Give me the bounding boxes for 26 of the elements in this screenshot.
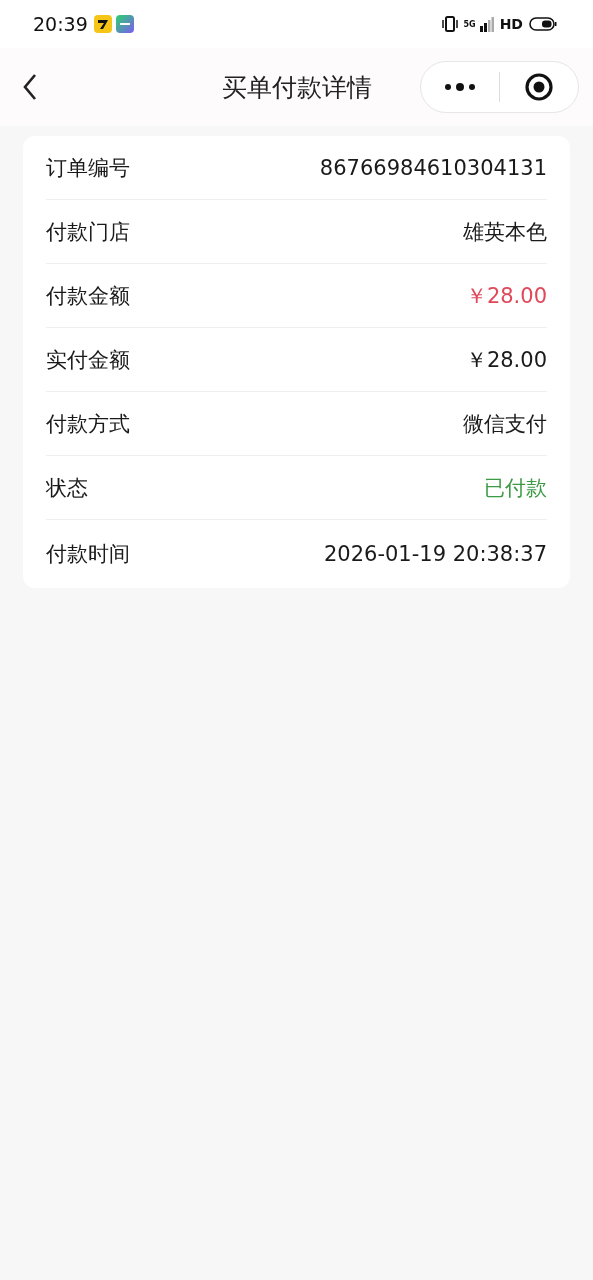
- detail-label: 订单编号: [46, 154, 130, 182]
- app-icon: [115, 15, 134, 33]
- vibrate-icon: [441, 16, 458, 32]
- target-icon: [524, 72, 554, 102]
- detail-value: 微信支付: [463, 410, 547, 438]
- page-title: 买单付款详情: [221, 71, 372, 104]
- detail-value: ￥28.00: [465, 282, 547, 310]
- more-icon: [444, 82, 476, 92]
- detail-label: 付款时间: [46, 541, 130, 568]
- detail-label: 实付金额: [46, 346, 130, 374]
- battery-icon: [529, 17, 557, 31]
- app-icon: [93, 15, 112, 33]
- detail-label: 付款金额: [46, 282, 130, 310]
- hd-label: HD: [499, 16, 523, 32]
- signal-icon: [479, 16, 494, 32]
- detail-value: 已付款: [484, 474, 547, 502]
- detail-label: 状态: [46, 474, 88, 502]
- detail-value: ￥28.00: [465, 346, 547, 374]
- detail-value: 雄英本色: [463, 218, 547, 246]
- back-icon: [22, 73, 38, 101]
- detail-value: 2026-01-19 20:38:37: [323, 542, 547, 566]
- detail-label: 付款门店: [46, 218, 130, 246]
- status-time: 20:39: [33, 13, 88, 35]
- network-label: 5G: [463, 19, 476, 29]
- detail-label: 付款方式: [46, 410, 130, 438]
- detail-value: 86766984610304131: [319, 155, 547, 180]
